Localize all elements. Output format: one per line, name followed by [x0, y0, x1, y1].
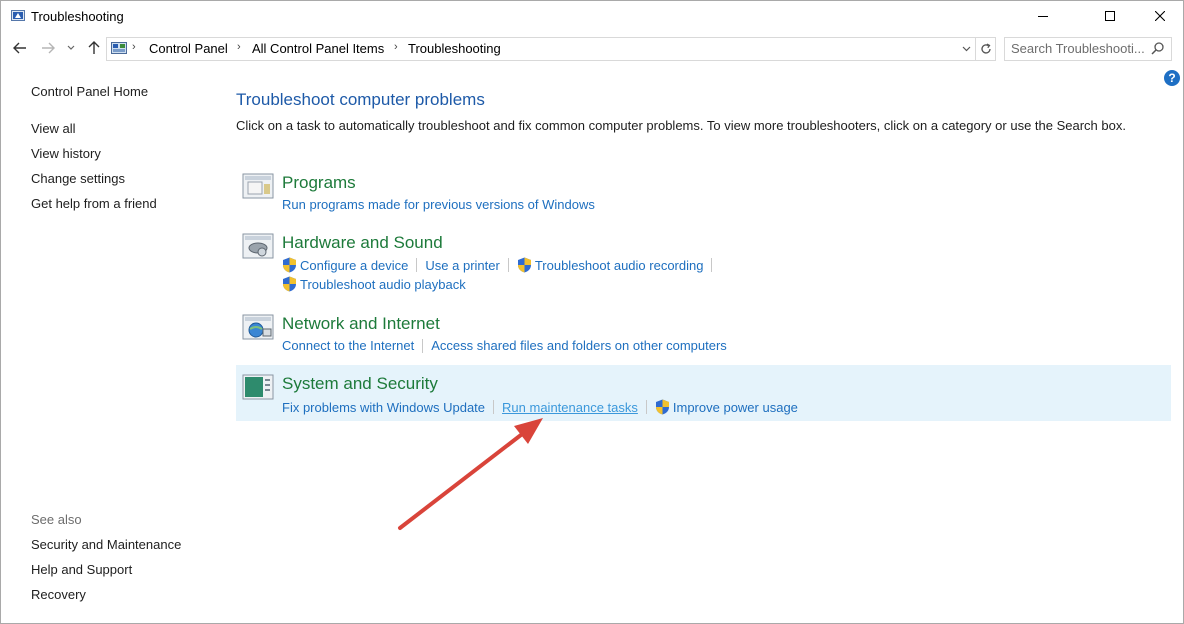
up-arrow-icon: [88, 41, 100, 54]
search-box[interactable]: [1004, 37, 1172, 61]
recent-locations-button[interactable]: [64, 38, 78, 58]
category-hardware-and-sound: Hardware and Sound Configure a device Us…: [236, 228, 1171, 296]
help-button[interactable]: ?: [1164, 70, 1180, 86]
use-printer-link[interactable]: Use a printer: [425, 258, 499, 273]
close-icon: [1155, 11, 1165, 21]
uac-shield-icon: [655, 399, 669, 415]
search-input[interactable]: [1011, 40, 1147, 56]
help-icon: ?: [1168, 71, 1176, 85]
recovery-link[interactable]: Recovery: [31, 587, 86, 602]
link-divider: [507, 258, 509, 272]
access-shared-files-link[interactable]: Access shared files and folders on other…: [431, 338, 727, 353]
troubleshoot-audio-playback-link[interactable]: Troubleshoot audio playback: [300, 277, 466, 292]
get-help-from-friend-link[interactable]: Get help from a friend: [31, 196, 157, 211]
system-and-security-title[interactable]: System and Security: [282, 374, 438, 394]
chevron-down-icon: [67, 45, 75, 50]
breadcrumb-control-panel[interactable]: Control Panel: [149, 41, 228, 56]
annotation-arrow: [398, 418, 543, 530]
back-button[interactable]: [10, 38, 30, 58]
link-divider: [493, 400, 495, 414]
page-title: Troubleshoot computer problems: [236, 90, 485, 109]
link-divider: [711, 258, 713, 272]
breadcrumb-all-items[interactable]: All Control Panel Items: [252, 41, 384, 56]
chevron-down-icon: [962, 46, 970, 52]
refresh-button[interactable]: [975, 38, 996, 60]
help-and-support-link[interactable]: Help and Support: [31, 562, 132, 577]
programs-icon: [242, 173, 274, 199]
change-settings-link[interactable]: Change settings: [31, 171, 125, 186]
hardware-and-sound-icon: [242, 233, 274, 259]
up-button[interactable]: [84, 38, 104, 58]
link-divider: [416, 258, 418, 272]
configure-device-link[interactable]: Configure a device: [300, 258, 408, 273]
minimize-icon: [1038, 16, 1048, 17]
breadcrumb-separator: ›: [394, 41, 398, 53]
link-divider: [422, 338, 424, 353]
security-and-maintenance-link[interactable]: Security and Maintenance: [31, 537, 181, 552]
address-dropdown-button[interactable]: [957, 38, 975, 60]
see-also-heading: See also: [31, 512, 82, 527]
troubleshoot-audio-recording-link[interactable]: Troubleshoot audio recording: [535, 258, 704, 273]
network-and-internet-title[interactable]: Network and Internet: [282, 314, 440, 334]
view-history-link[interactable]: View history: [31, 146, 101, 161]
system-and-security-icon: [242, 374, 274, 400]
control-panel-home-link[interactable]: Control Panel Home: [31, 84, 148, 99]
category-network-and-internet: Network and Internet Connect to the Inte…: [236, 309, 1171, 357]
connect-to-internet-link[interactable]: Connect to the Internet: [282, 338, 414, 353]
address-bar[interactable]: › Control Panel › All Control Panel Item…: [106, 37, 996, 61]
close-button[interactable]: [1137, 1, 1183, 31]
run-old-programs-link[interactable]: Run programs made for previous versions …: [282, 197, 595, 212]
back-arrow-icon: [13, 42, 26, 54]
link-divider: [645, 400, 647, 414]
troubleshooting-app-icon: [11, 10, 25, 21]
uac-shield-icon: [517, 257, 531, 273]
forward-arrow-icon: [42, 42, 55, 54]
breadcrumb-separator: ›: [237, 41, 241, 53]
control-panel-icon: [111, 42, 127, 54]
search-icon[interactable]: [1151, 41, 1165, 55]
minimize-button[interactable]: [1020, 1, 1066, 31]
uac-shield-icon: [283, 257, 296, 273]
maximize-button[interactable]: [1087, 1, 1133, 31]
programs-title[interactable]: Programs: [282, 173, 356, 193]
improve-power-usage-link[interactable]: Improve power usage: [673, 400, 798, 415]
breadcrumb-separator: ›: [132, 41, 136, 53]
window-title: Troubleshooting: [31, 9, 124, 24]
network-and-internet-icon: [242, 314, 274, 340]
hardware-and-sound-title[interactable]: Hardware and Sound: [282, 233, 443, 253]
category-programs: Programs Run programs made for previous …: [236, 168, 1171, 216]
view-all-link[interactable]: View all: [31, 121, 76, 136]
forward-button[interactable]: [38, 38, 58, 58]
fix-windows-update-link[interactable]: Fix problems with Windows Update: [282, 400, 485, 415]
page-description: Click on a task to automatically trouble…: [236, 118, 1126, 133]
category-system-and-security[interactable]: System and Security Fix problems with Wi…: [236, 365, 1171, 421]
title-bar: Troubleshooting: [1, 1, 1183, 31]
uac-shield-icon: [283, 276, 296, 292]
run-maintenance-tasks-link[interactable]: Run maintenance tasks: [502, 400, 638, 415]
refresh-icon: [981, 43, 991, 54]
maximize-icon: [1105, 11, 1115, 21]
breadcrumb-troubleshooting[interactable]: Troubleshooting: [408, 41, 501, 56]
